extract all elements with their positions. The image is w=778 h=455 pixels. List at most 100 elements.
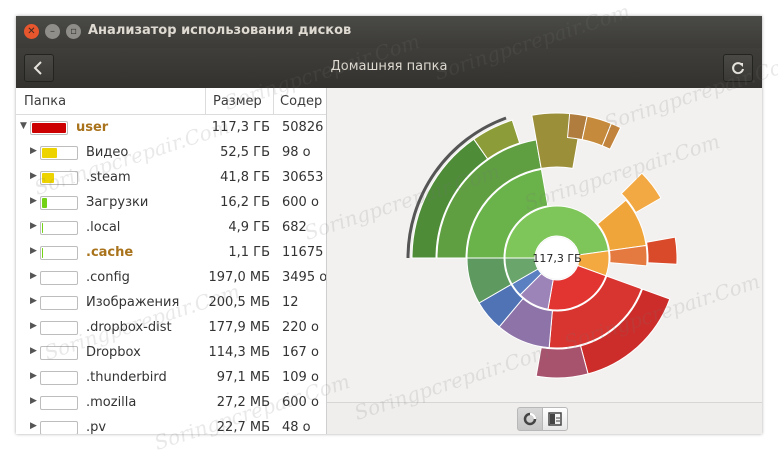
- close-icon[interactable]: ✕: [24, 24, 39, 39]
- maximize-icon[interactable]: ▫: [66, 24, 81, 39]
- folder-name: Dropbox: [86, 345, 141, 360]
- ring-chart-button[interactable]: [517, 407, 543, 431]
- folder-tree-panel: Папка Размер Содер ▼ user 117,3 ГБ 50826 о ▶…: [16, 88, 326, 434]
- expander-right-icon[interactable]: ▶: [30, 196, 40, 206]
- header-bar: Домашняя папка: [16, 48, 762, 89]
- treemap-icon: [548, 412, 562, 426]
- folder-size: 177,9 МБ: [208, 320, 270, 335]
- ring-chart[interactable]: 117,3 ГБ: [327, 88, 762, 400]
- folder-contents-count: 109 о: [282, 370, 319, 385]
- expander-right-icon[interactable]: ▶: [30, 396, 40, 406]
- folder-size: 22,7 МБ: [216, 420, 270, 434]
- folder-row[interactable]: ▶ Изображения 200,5 МБ 12: [16, 291, 326, 316]
- folder-row[interactable]: ▶ .config 197,0 МБ 3495 о: [16, 266, 326, 291]
- folder-size: 200,5 МБ: [208, 295, 270, 310]
- folder-row[interactable]: ▶ .dropbox-dist 177,9 МБ 220 о: [16, 316, 326, 341]
- folder-contents-count: 3495 о: [282, 270, 326, 285]
- folder-name: .local: [86, 220, 121, 235]
- folder-size: 97,1 МБ: [216, 370, 270, 385]
- folder-size: 197,0 МБ: [208, 270, 270, 285]
- column-folder[interactable]: Папка: [16, 88, 206, 115]
- folder-row[interactable]: ▶ Видео 52,5 ГБ 98 о: [16, 141, 326, 166]
- location-title: Домашняя папка: [330, 59, 448, 74]
- view-mode-bar: [327, 402, 762, 434]
- folder-row[interactable]: ▼ user 117,3 ГБ 50826 о: [16, 116, 326, 141]
- usage-bar: [40, 296, 78, 310]
- folder-contents-count: 48 о: [282, 420, 311, 434]
- ring-chart-icon: [523, 412, 537, 426]
- usage-bar: [40, 146, 78, 160]
- folder-name: .mozilla: [86, 395, 137, 410]
- expander-right-icon[interactable]: ▶: [30, 246, 40, 256]
- ring-chart-panel: 117,3 ГБ: [327, 88, 762, 400]
- segment-local-l3[interactable]: [535, 345, 589, 379]
- folder-contents-count: 11675 о: [282, 245, 326, 260]
- folder-name: user: [76, 120, 109, 135]
- expander-right-icon[interactable]: ▶: [30, 421, 40, 431]
- folder-contents-count: 30653: [282, 170, 324, 185]
- folder-row[interactable]: ▶ Dropbox 114,3 МБ 167 о: [16, 341, 326, 366]
- folder-row[interactable]: ▶ .pv 22,7 МБ 48 о: [16, 416, 326, 434]
- folder-name: .dropbox-dist: [86, 320, 172, 335]
- folder-size: 16,2 ГБ: [220, 195, 270, 210]
- folder-contents-count: 600 о: [282, 395, 319, 410]
- center-size-label: 117,3 ГБ: [532, 252, 581, 265]
- minimize-icon[interactable]: –: [45, 24, 60, 39]
- expander-right-icon[interactable]: ▶: [30, 321, 40, 331]
- folder-size: 4,9 ГБ: [228, 220, 270, 235]
- expander-down-icon[interactable]: ▼: [20, 121, 30, 131]
- folder-row[interactable]: ▶ .cache 1,1 ГБ 11675 о: [16, 241, 326, 266]
- folder-size: 1,1 ГБ: [228, 245, 270, 260]
- usage-bar: [40, 196, 78, 210]
- column-size[interactable]: Размер: [206, 88, 274, 115]
- usage-bar: [40, 271, 78, 285]
- app-window: ✕ – ▫ Анализатор использования дисков До…: [16, 16, 762, 434]
- folder-contents-count: 600 о: [282, 195, 319, 210]
- folder-contents-count: 98 о: [282, 145, 311, 160]
- folder-contents-count: 50826 о: [282, 120, 326, 135]
- expander-right-icon[interactable]: ▶: [30, 371, 40, 381]
- folder-name: .cache: [86, 245, 134, 260]
- folder-size: 52,5 ГБ: [220, 145, 270, 160]
- expander-right-icon[interactable]: ▶: [30, 171, 40, 181]
- expander-right-icon[interactable]: ▶: [30, 346, 40, 356]
- expander-right-icon[interactable]: ▶: [30, 221, 40, 231]
- folder-contents-count: 682: [282, 220, 307, 235]
- folder-name: .config: [86, 270, 130, 285]
- usage-bar: [40, 421, 78, 434]
- usage-bar: [40, 346, 78, 360]
- usage-bar: [40, 371, 78, 385]
- folder-name: Изображения: [86, 295, 180, 310]
- column-contents[interactable]: Содер: [274, 88, 326, 115]
- expander-right-icon[interactable]: ▶: [30, 271, 40, 281]
- treemap-button[interactable]: [542, 407, 568, 431]
- folder-size: 27,2 МБ: [216, 395, 270, 410]
- folder-contents-count: 167 о: [282, 345, 319, 360]
- window-title: Анализатор использования дисков: [88, 23, 352, 38]
- folder-size: 117,3 ГБ: [211, 120, 270, 135]
- folder-contents-count: 12: [282, 295, 299, 310]
- folder-size: 41,8 ГБ: [220, 170, 270, 185]
- refresh-icon: [732, 62, 744, 75]
- folder-row[interactable]: ▶ .thunderbird 97,1 МБ 109 о: [16, 366, 326, 391]
- folder-row[interactable]: ▶ Загрузки 16,2 ГБ 600 о: [16, 191, 326, 216]
- usage-bar: [30, 121, 68, 135]
- segment-downloads-l3b[interactable]: [646, 236, 678, 265]
- usage-bar: [40, 246, 78, 260]
- title-bar: ✕ – ▫ Анализатор использования дисков: [16, 16, 762, 48]
- folder-name: .pv: [86, 420, 107, 434]
- folder-name: Загрузки: [86, 195, 149, 210]
- expander-right-icon[interactable]: ▶: [30, 296, 40, 306]
- folder-name: Видео: [86, 145, 129, 160]
- folder-row[interactable]: ▶ .local 4,9 ГБ 682: [16, 216, 326, 241]
- folder-row[interactable]: ▶ .steam 41,8 ГБ 30653: [16, 166, 326, 191]
- refresh-button[interactable]: [723, 54, 753, 82]
- usage-bar: [40, 221, 78, 235]
- folder-name: .thunderbird: [86, 370, 167, 385]
- usage-bar: [40, 171, 78, 185]
- folder-row[interactable]: ▶ .mozilla 27,2 МБ 600 о: [16, 391, 326, 416]
- folder-contents-count: 220 о: [282, 320, 319, 335]
- folder-size: 114,3 МБ: [208, 345, 270, 360]
- usage-bar: [40, 396, 78, 410]
- expander-right-icon[interactable]: ▶: [30, 146, 40, 156]
